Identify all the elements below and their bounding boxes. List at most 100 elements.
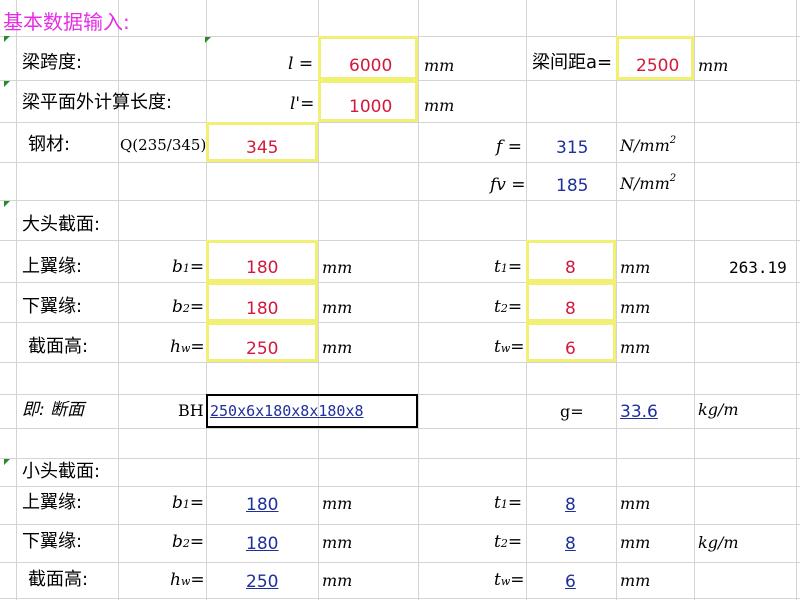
small-tw-symbol: tw= <box>494 572 525 589</box>
big-t2-subscript: 2 <box>500 302 508 315</box>
small-hw-value[interactable]: 250 <box>246 574 278 591</box>
big-t1-value[interactable]: 8 <box>565 260 576 277</box>
grid-row-line <box>0 428 800 429</box>
fv-value: 185 <box>556 176 589 196</box>
big-t2-value[interactable]: 8 <box>565 301 576 318</box>
small-t1-unit: mm <box>620 494 651 513</box>
big-extra-value: 263.19 <box>729 258 787 277</box>
big-b1-value[interactable]: 180 <box>246 260 278 277</box>
out-of-plane-value[interactable]: 1000 <box>349 99 392 116</box>
small-tw-equals: = <box>510 570 525 590</box>
big-t1-equals: = <box>507 257 523 277</box>
small-bottom-flange-label: 下翼缘: <box>22 531 83 552</box>
fv-unit-text: N/mm <box>620 174 670 193</box>
big-tw-equals: = <box>510 337 525 357</box>
big-t2-symbol: t2= <box>494 299 522 316</box>
big-t1-subscript: 1 <box>500 262 508 275</box>
big-b1-equals: = <box>189 257 205 277</box>
small-b2-unit: mm <box>322 533 353 552</box>
comment-marker-icon[interactable] <box>4 36 10 42</box>
big-t1-symbol: t1= <box>494 259 522 276</box>
grid-row-line <box>0 200 800 201</box>
big-t1-unit: mm <box>620 258 651 277</box>
big-hw-value[interactable]: 250 <box>246 341 278 358</box>
big-hw-equals: = <box>190 337 205 357</box>
small-b2-symbol: b2= <box>172 534 204 551</box>
small-b1-subscript: 1 <box>182 498 190 511</box>
grid-row-line <box>0 240 800 241</box>
weight-unit: kg/m <box>698 400 739 419</box>
comment-marker-icon[interactable] <box>4 81 10 87</box>
small-b1-letter: b <box>172 493 183 513</box>
small-b1-equals: = <box>189 493 205 513</box>
big-tw-subscript: w <box>500 342 511 355</box>
grid-row-line <box>0 524 800 525</box>
f-unit-text: N/mm <box>620 136 670 155</box>
small-t2-value[interactable]: 8 <box>565 536 576 553</box>
big-top-flange-label: 上翼缘: <box>22 256 83 277</box>
span-unit: mm <box>424 56 455 75</box>
grid-column-line <box>796 0 797 600</box>
small-b1-value[interactable]: 180 <box>246 497 278 514</box>
steel-value[interactable]: 345 <box>246 140 278 157</box>
big-hw-symbol: hw= <box>170 339 205 356</box>
big-t2-letter: t <box>494 297 501 317</box>
big-hw-subscript: w <box>180 342 191 355</box>
grid-column-line <box>616 0 617 600</box>
small-b2-letter: b <box>172 532 183 552</box>
small-tw-unit: mm <box>620 571 651 590</box>
fv-symbol: fv = <box>490 175 526 195</box>
comment-marker-icon[interactable] <box>4 459 10 465</box>
span-value[interactable]: 6000 <box>349 58 392 75</box>
big-b1-unit: mm <box>322 258 353 277</box>
grid-row-line <box>0 458 800 459</box>
comment-marker-icon[interactable] <box>4 201 10 207</box>
spreadsheet-grid: 基本数据输入: 梁跨度: l = 6000 mm 梁间距a= 2500 mm 梁… <box>0 0 800 600</box>
small-b2-equals: = <box>189 532 205 552</box>
small-tw-letter: t <box>494 570 501 590</box>
grid-column-line <box>694 0 695 600</box>
out-of-plane-symbol: l'= <box>290 94 315 114</box>
f-symbol: f = <box>496 137 522 157</box>
spacing-label: 梁间距a= <box>532 52 613 73</box>
small-extra-unit: kg/m <box>698 533 739 552</box>
small-t2-unit: mm <box>620 533 651 552</box>
big-b2-value[interactable]: 180 <box>246 301 278 318</box>
big-b2-unit: mm <box>322 298 353 317</box>
big-t2-equals: = <box>507 297 523 317</box>
small-hw-subscript: w <box>180 575 191 588</box>
weight-value[interactable]: 33.6 <box>620 404 658 421</box>
big-t2-unit: mm <box>620 298 651 317</box>
f-unit-exponent: 2 <box>669 135 677 146</box>
small-t1-subscript: 1 <box>500 498 508 511</box>
big-tw-letter: t <box>494 337 501 357</box>
span-symbol: l = <box>288 54 314 74</box>
page-title: 基本数据输入: <box>3 10 130 34</box>
small-top-flange-label: 上翼缘: <box>22 492 83 513</box>
big-tw-value[interactable]: 6 <box>565 341 576 358</box>
small-b2-value[interactable]: 180 <box>246 536 278 553</box>
small-t2-equals: = <box>507 532 523 552</box>
fv-unit-exponent: 2 <box>669 173 677 184</box>
big-t1-letter: t <box>494 257 501 277</box>
small-hw-equals: = <box>190 570 205 590</box>
spacing-unit: mm <box>698 56 729 75</box>
out-of-plane-label: 梁平面外计算长度: <box>22 92 173 113</box>
small-t2-letter: t <box>494 532 501 552</box>
small-tw-subscript: w <box>500 575 511 588</box>
spacing-value[interactable]: 2500 <box>636 58 679 75</box>
grid-row-line <box>0 162 800 163</box>
out-of-plane-unit: mm <box>424 96 455 115</box>
small-b1-unit: mm <box>322 494 353 513</box>
big-hw-letter: h <box>170 337 181 357</box>
big-b2-letter: b <box>172 297 183 317</box>
section-designation-value[interactable]: 250x6x180x8x180x8 <box>210 404 364 419</box>
grid-row-line <box>0 282 800 283</box>
small-t1-value[interactable]: 8 <box>565 497 576 514</box>
comment-marker-icon[interactable] <box>205 37 211 43</box>
small-tw-value[interactable]: 6 <box>565 574 576 591</box>
weight-label: g= <box>560 402 584 421</box>
grid-row-line <box>0 598 800 599</box>
grid-column-line <box>16 0 17 600</box>
fv-unit: N/mm2 <box>620 173 677 193</box>
